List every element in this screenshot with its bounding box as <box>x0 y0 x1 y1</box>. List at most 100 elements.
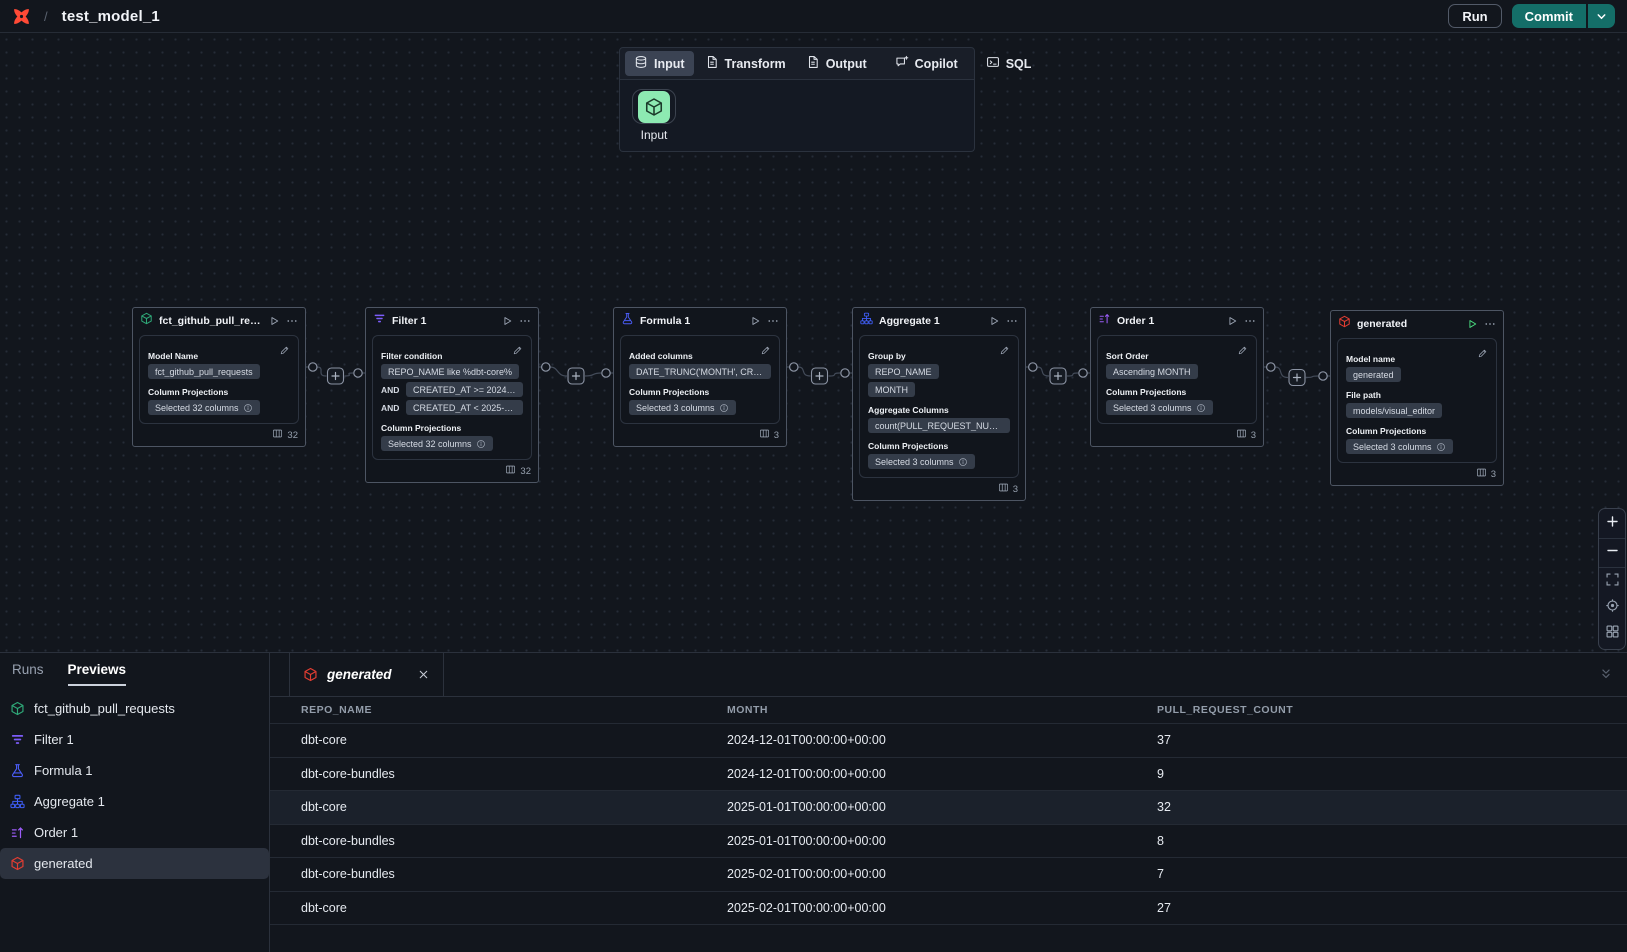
commit-button[interactable]: Commit <box>1512 4 1586 28</box>
edit-icon[interactable] <box>279 343 290 361</box>
close-icon[interactable] <box>417 668 430 681</box>
connection-port[interactable] <box>1319 372 1327 380</box>
canvas[interactable]: fct_github_pull_requestsModel Namefct_gi… <box>0 33 1627 652</box>
sidebar-item-fct-github-pull-requests[interactable]: fct_github_pull_requests <box>0 693 269 724</box>
flask-icon <box>621 312 634 330</box>
connection-port[interactable] <box>542 363 550 371</box>
node-section-group-by: Group byREPO_NAMEMONTH <box>868 351 1010 397</box>
node-config: Filter conditionREPO_NAME like %dbt-core… <box>372 335 532 460</box>
edit-icon[interactable] <box>1237 343 1248 361</box>
palette-item-input[interactable]: Input <box>632 89 676 142</box>
node-config: Model namegeneratedFile pathmodels/visua… <box>1337 338 1497 463</box>
pill-text: DATE_TRUNC('MONTH', CREATED_AT... <box>636 367 764 377</box>
connection-port[interactable] <box>354 369 362 377</box>
palette-tab-input[interactable]: Input <box>625 51 694 76</box>
section-row: models/visual_editor <box>1346 403 1488 418</box>
palette-tab-copilot[interactable]: Copilot <box>886 51 967 76</box>
play-button[interactable] <box>268 315 280 327</box>
run-button[interactable]: Run <box>1448 4 1501 28</box>
edit-icon[interactable] <box>1477 346 1488 364</box>
sidebar-item-aggregate-1[interactable]: Aggregate 1 <box>0 786 269 817</box>
table-row[interactable]: dbt-core-bundles2024-12-01T00:00:00+00:0… <box>270 758 1627 792</box>
palette-tab-transform[interactable]: Transform <box>696 51 795 76</box>
info-icon <box>476 439 486 449</box>
preview-tab-generated[interactable]: generated <box>289 653 444 696</box>
more-button[interactable] <box>1244 315 1256 327</box>
cell-pull-request-count: 32 <box>1157 800 1627 814</box>
node-card-fct-github-pull-requests[interactable]: fct_github_pull_requestsModel Namefct_gi… <box>132 307 306 447</box>
pill-text: generated <box>1353 370 1394 380</box>
play-button[interactable] <box>749 315 761 327</box>
table-row[interactable]: dbt-core-bundles2025-02-01T00:00:00+00:0… <box>270 858 1627 892</box>
node-title: Aggregate 1 <box>879 315 982 327</box>
connection-port[interactable] <box>602 369 610 377</box>
palette-tab-label: Copilot <box>915 57 958 71</box>
minimap-button[interactable] <box>1599 621 1625 647</box>
more-button[interactable] <box>1484 318 1496 330</box>
node-card-formula-1[interactable]: Formula 1Added columnsDATE_TRUNC('MONTH'… <box>613 307 787 447</box>
more-button[interactable] <box>286 315 298 327</box>
locate-button[interactable] <box>1599 595 1625 621</box>
node-section-column-projections: Column ProjectionsSelected 3 columns <box>868 441 1010 469</box>
cell-repo-name: dbt-core-bundles <box>270 834 727 848</box>
palette-tab-sql[interactable]: SQL <box>977 51 1041 76</box>
node-header: Order 1 <box>1091 308 1263 333</box>
node-card-filter-1[interactable]: Filter 1 Filter conditionREPO_NAME like %… <box>365 307 539 483</box>
tab-previews[interactable]: Previews <box>68 662 127 686</box>
node-footer: 3 <box>853 481 1025 500</box>
row-count-badge: 3 <box>1013 484 1018 495</box>
node-title: fct_github_pull_requests <box>159 315 262 327</box>
node-title: Formula 1 <box>640 315 743 327</box>
connection-port[interactable] <box>1267 363 1275 371</box>
more-button[interactable] <box>1006 315 1018 327</box>
dbt-logo[interactable] <box>12 7 31 26</box>
more-button[interactable] <box>519 315 531 327</box>
play-button[interactable] <box>1466 318 1478 330</box>
sidebar-item-filter-1[interactable]: Filter 1 <box>0 724 269 755</box>
node-actions <box>1226 315 1256 327</box>
node-card-order-1[interactable]: Order 1Sort OrderAscending MONTHColumn P… <box>1090 307 1264 447</box>
palette-tab-label: Transform <box>725 57 786 71</box>
add-node-button[interactable] <box>812 368 828 384</box>
page-title: test_model_1 <box>62 8 160 25</box>
section-row: DATE_TRUNC('MONTH', CREATED_AT... <box>629 364 771 379</box>
table-row[interactable]: dbt-core-bundles2025-01-01T00:00:00+00:0… <box>270 825 1627 859</box>
add-node-button[interactable] <box>328 368 344 384</box>
table-row[interactable]: dbt-core2025-01-01T00:00:00+00:0032 <box>270 791 1627 825</box>
node-card-aggregate-1[interactable]: Aggregate 1Group byREPO_NAMEMONTHAggrega… <box>852 307 1026 501</box>
zoom-in-button[interactable] <box>1599 511 1625 537</box>
add-node-button[interactable] <box>1289 370 1305 386</box>
palette-tab-output[interactable]: Output <box>797 51 876 76</box>
node-footer: 3 <box>1091 427 1263 446</box>
edit-icon[interactable] <box>999 343 1010 361</box>
pill: Selected 3 columns <box>1106 400 1213 415</box>
add-node-button[interactable] <box>568 368 584 384</box>
cell-repo-name: dbt-core-bundles <box>270 767 727 781</box>
table-row[interactable]: dbt-core2025-02-01T00:00:00+00:0027 <box>270 892 1627 926</box>
commit-dropdown-button[interactable] <box>1588 4 1615 28</box>
sidebar-item-order-1[interactable]: Order 1 <box>0 817 269 848</box>
sidebar-item-generated[interactable]: generated <box>0 848 269 879</box>
edit-icon[interactable] <box>760 343 771 361</box>
connection-port[interactable] <box>1079 369 1087 377</box>
connection-port[interactable] <box>790 363 798 371</box>
connection-port[interactable] <box>841 369 849 377</box>
fit-view-button[interactable] <box>1599 569 1625 595</box>
collapse-panel-icon[interactable] <box>1599 667 1613 681</box>
zoom-out-button[interactable] <box>1599 540 1625 566</box>
connection-port[interactable] <box>309 363 317 371</box>
table-row[interactable]: dbt-core2024-12-01T00:00:00+00:0037 <box>270 724 1627 758</box>
add-node-button[interactable] <box>1050 368 1066 384</box>
pill-text: Selected 32 columns <box>155 403 239 413</box>
play-button[interactable] <box>501 315 513 327</box>
more-button[interactable] <box>767 315 779 327</box>
node-title: Filter 1 <box>392 315 495 327</box>
play-button[interactable] <box>988 315 1000 327</box>
node-card-generated[interactable]: generatedModel namegeneratedFile pathmod… <box>1330 310 1504 486</box>
edit-icon[interactable] <box>512 343 523 361</box>
connection-port[interactable] <box>1029 363 1037 371</box>
sidebar-item-formula-1[interactable]: Formula 1 <box>0 755 269 786</box>
tab-runs[interactable]: Runs <box>12 662 44 686</box>
play-button[interactable] <box>1226 315 1238 327</box>
copilot-icon <box>895 55 909 72</box>
